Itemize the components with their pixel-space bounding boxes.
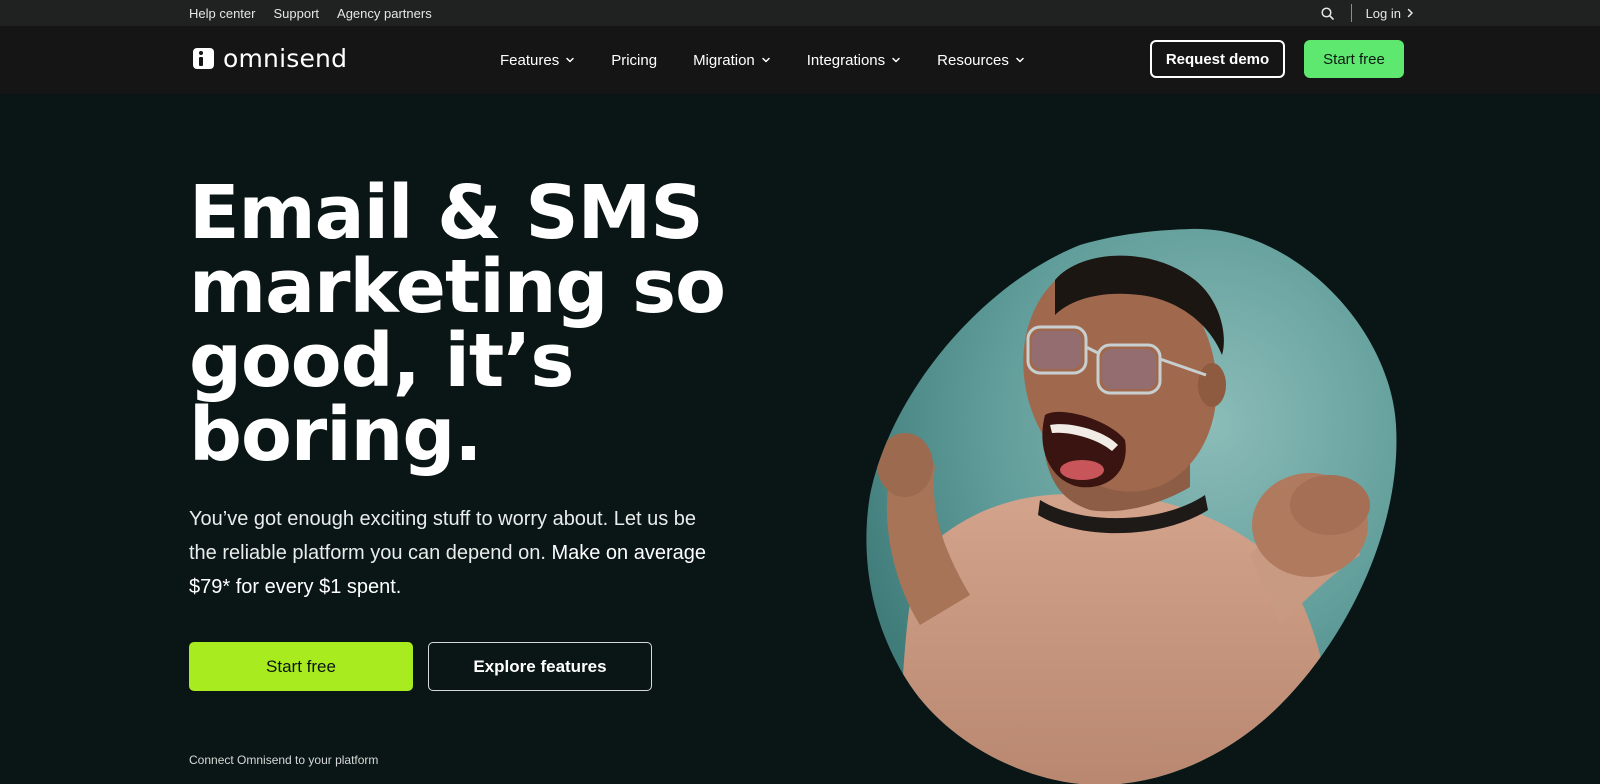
agency-partners-link[interactable]: Agency partners xyxy=(337,6,432,21)
omnisend-logo-icon xyxy=(193,48,214,69)
chevron-down-icon xyxy=(1016,57,1024,63)
nav-item-label: Integrations xyxy=(806,51,886,69)
chevron-right-icon xyxy=(1407,8,1413,18)
login-label: Log in xyxy=(1365,5,1401,21)
nav-start-free-button[interactable]: Start free xyxy=(1304,40,1404,78)
request-demo-button[interactable]: Request demo xyxy=(1150,40,1285,78)
chevron-down-icon xyxy=(892,57,900,63)
hero-title: Email & SMS marketing so good, it’s bori… xyxy=(189,176,749,472)
nav-item-pricing[interactable]: Pricing xyxy=(611,52,657,69)
chevron-down-icon xyxy=(762,57,770,63)
hero-photo-man-celebrating xyxy=(866,228,1397,784)
nav-item-resources[interactable]: Resources xyxy=(937,52,1025,69)
nav-item-label: Features xyxy=(500,51,560,69)
nav-item-label: Pricing xyxy=(611,51,658,69)
chevron-down-icon xyxy=(566,57,574,63)
nav-item-migration[interactable]: Migration xyxy=(693,52,771,69)
hero-title-line: Email & SMS xyxy=(189,170,704,256)
utility-right: Log in xyxy=(1319,0,1414,26)
search-icon xyxy=(1321,6,1334,20)
nav-item-features[interactable]: Features xyxy=(500,52,575,69)
utility-divider xyxy=(1350,4,1352,22)
omnisend-logo[interactable]: omnisend xyxy=(193,44,347,73)
login-link[interactable]: Log in xyxy=(1366,6,1414,21)
nav-item-label: Migration xyxy=(693,51,755,69)
support-link[interactable]: Support xyxy=(273,6,319,21)
utility-links: Help center Support Agency partners xyxy=(189,0,432,26)
search-button[interactable] xyxy=(1319,4,1337,22)
explore-features-button[interactable]: Explore features xyxy=(428,642,652,691)
nav-item-label: Resources xyxy=(937,51,1009,69)
main-nav: omnisend Features Pricing Migration Inte… xyxy=(0,26,1600,94)
hero-title-line: marketing so xyxy=(189,244,726,330)
logo-text: omnisend xyxy=(223,44,348,73)
hero-subtitle: You’ve got enough exciting stuff to worr… xyxy=(189,502,729,604)
hero-image xyxy=(860,225,1400,784)
help-center-link[interactable]: Help center xyxy=(189,6,255,21)
hero-title-line: good, it’s xyxy=(189,318,574,404)
nav-item-integrations[interactable]: Integrations xyxy=(807,52,901,69)
hero-start-free-button[interactable]: Start free xyxy=(189,642,413,691)
utility-bar: Help center Support Agency partners Log … xyxy=(0,0,1600,26)
connect-platform-text: Connect Omnisend to your platform xyxy=(189,753,379,767)
hero-title-line: boring. xyxy=(189,392,482,478)
nav-menu: Features Pricing Migration Integrations … xyxy=(500,26,1025,94)
